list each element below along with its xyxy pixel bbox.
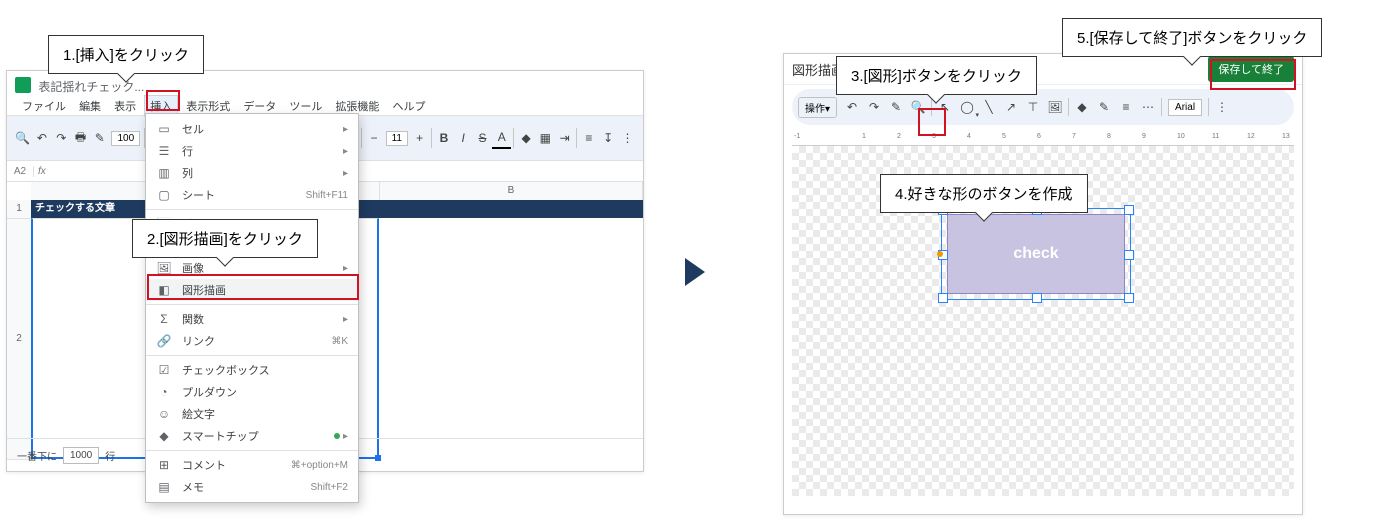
font-selector[interactable]: Arial (1168, 99, 1202, 116)
save-and-close-button[interactable]: 保存して終了 (1208, 56, 1294, 82)
fx-icon: fx (38, 166, 46, 177)
textbox-icon[interactable]: ⊤ (1022, 96, 1044, 118)
resize-handle[interactable] (1032, 293, 1042, 303)
menu-item-row[interactable]: ☰行▸ (146, 140, 358, 162)
fontsize-minus-icon[interactable]: − (364, 128, 383, 148)
line-icon[interactable]: ╲ (978, 96, 1000, 118)
name-box[interactable]: A2 (7, 166, 34, 177)
menu-item-memo[interactable]: ▤メモShift+F2 (146, 476, 358, 498)
menu-item-checkbox[interactable]: ☑チェックボックス (146, 359, 358, 381)
actions-button[interactable]: 操作▾ (798, 97, 837, 118)
bold-icon[interactable]: B (434, 128, 453, 148)
fontsize-box[interactable]: 11 (386, 131, 408, 146)
zoom-icon[interactable]: 🔍 (907, 96, 929, 118)
drawing-dialog: 図形描画 保存して終了 操作▾ ↶ ↷ ✎ 🔍 ↖ ◯▾ ╲ ↗ ⊤ 🖼 ◆ ✎… (783, 53, 1303, 515)
zoom-box[interactable]: 100 (111, 131, 140, 146)
col-header-b[interactable]: B (380, 182, 643, 200)
fontsize-plus-icon[interactable]: + (410, 128, 429, 148)
menu-view[interactable]: 表示 (109, 96, 141, 116)
more-icon[interactable]: ⋮ (618, 128, 637, 148)
menu-item-cell[interactable]: ▭セル▸ (146, 118, 358, 140)
footer-rows-input[interactable]: 1000 (63, 447, 99, 464)
menu-item-image[interactable]: 🖼画像▸ (146, 257, 358, 279)
valign-icon[interactable]: ↧ (599, 128, 618, 148)
menu-file[interactable]: ファイル (17, 96, 71, 116)
doc-title: 表記揺れチェック... (38, 78, 144, 95)
shape-icon[interactable]: ◯▾ (956, 96, 978, 118)
lineweight-icon[interactable]: ≡ (1115, 96, 1137, 118)
menu-item-smartchip[interactable]: ◆スマートチップ ▸ (146, 425, 358, 447)
selection-frame[interactable] (941, 208, 1131, 300)
menu-item-link[interactable]: 🔗リンク⌘K (146, 330, 358, 352)
linecolor-icon[interactable]: ✎ (1093, 96, 1115, 118)
callout-4: 4.好きな形のボタンを作成 (880, 174, 1088, 213)
sheets-logo-icon (15, 77, 31, 93)
resize-handle[interactable] (1124, 293, 1134, 303)
redo-icon[interactable]: ↷ (52, 128, 71, 148)
menu-item-emoji[interactable]: ☺絵文字 (146, 403, 358, 425)
row-header-1[interactable]: 1 (7, 200, 31, 219)
image-icon[interactable]: 🖼 (1044, 96, 1066, 118)
search-icon[interactable]: 🔍 (13, 128, 32, 148)
resize-handle[interactable] (938, 293, 948, 303)
fillcolor-icon[interactable]: ◆ (516, 128, 535, 148)
menu-item-drawing[interactable]: ◧図形描画 (146, 279, 358, 301)
footer-label: 一番下に (17, 448, 57, 463)
transition-arrow-icon (685, 258, 705, 286)
italic-icon[interactable]: I (454, 128, 473, 148)
row-header-2[interactable]: 2 (7, 219, 31, 460)
print-icon[interactable]: 🖶 (71, 128, 90, 148)
cell-b1[interactable] (379, 200, 643, 218)
connector-point[interactable] (937, 251, 943, 257)
strike-icon[interactable]: S (473, 128, 492, 148)
merge-icon[interactable]: ⇥ (555, 128, 574, 148)
callout-2: 2.[図形描画]をクリック (132, 219, 318, 258)
fillcolor-icon[interactable]: ◆ (1071, 96, 1093, 118)
textcolor-icon[interactable]: A (492, 127, 511, 149)
menu-item-comment[interactable]: ⊞コメント⌘+option+M (146, 454, 358, 476)
undo-icon[interactable]: ↶ (841, 96, 863, 118)
undo-icon[interactable]: ↶ (32, 128, 51, 148)
redo-icon[interactable]: ↷ (863, 96, 885, 118)
linedash-icon[interactable]: ⋯ (1137, 96, 1159, 118)
paint-icon[interactable]: ✎ (90, 128, 109, 148)
callout-1: 1.[挿入]をクリック (48, 35, 204, 74)
callout-5: 5.[保存して終了]ボタンをクリック (1062, 18, 1322, 57)
menu-help[interactable]: ヘルプ (388, 96, 431, 116)
menu-item-col[interactable]: ▥列▸ (146, 162, 358, 184)
callout-3: 3.[図形]ボタンをクリック (836, 56, 1037, 95)
more-icon[interactable]: ⋮ (1211, 96, 1233, 118)
borders-icon[interactable]: ▦ (536, 128, 555, 148)
arrow-tool-icon[interactable]: ↗ (1000, 96, 1022, 118)
ruler: -112345678910111213 (792, 129, 1294, 146)
resize-handle[interactable] (1124, 250, 1134, 260)
insert-menu-dropdown[interactable]: ▭セル▸ ☰行▸ ▥列▸ ▢シートShift+F11 📊グラフ ⊞ピボット テー… (145, 113, 359, 503)
menu-item-pulldown[interactable]: ◔プルダウン (146, 381, 358, 403)
menu-item-function[interactable]: Σ関数▸ (146, 308, 358, 330)
resize-handle[interactable] (1124, 205, 1134, 215)
menu-edit[interactable]: 編集 (74, 96, 106, 116)
paint-icon[interactable]: ✎ (885, 96, 907, 118)
menu-item-sheet[interactable]: ▢シートShift+F11 (146, 184, 358, 206)
align-icon[interactable]: ≡ (579, 128, 598, 148)
footer-unit: 行 (105, 448, 115, 463)
